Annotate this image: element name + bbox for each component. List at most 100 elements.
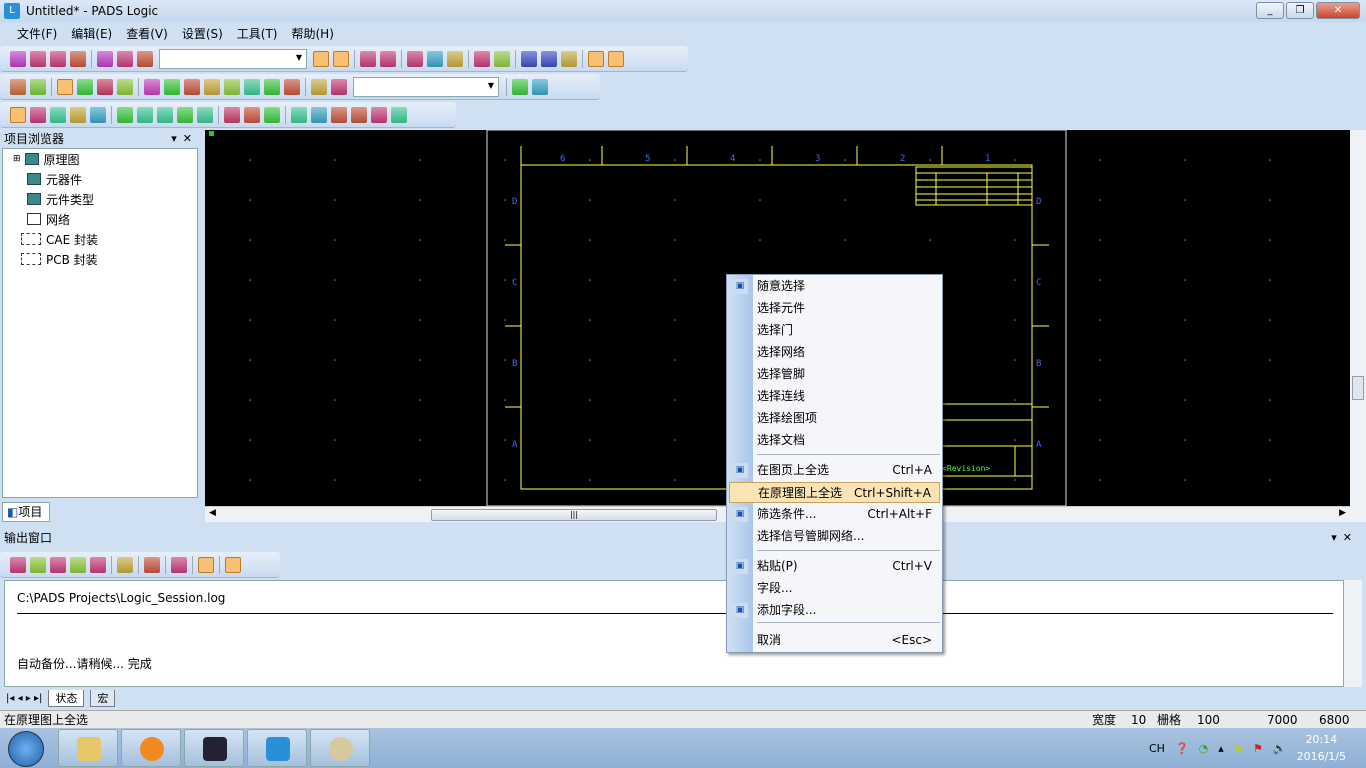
- show-hidden-icons[interactable]: ▴: [1218, 742, 1224, 755]
- clock[interactable]: 20:14 2016/1/5: [1297, 731, 1346, 765]
- add-part-icon[interactable]: [77, 78, 93, 95]
- add-bus-icon[interactable]: [224, 78, 240, 95]
- scroll-thumb[interactable]: |||: [431, 509, 717, 521]
- redraw-icon[interactable]: [447, 50, 463, 67]
- context-menu-item[interactable]: 选择元件: [729, 298, 940, 319]
- taskbar-paint[interactable]: [310, 729, 370, 767]
- context-menu-item[interactable]: 取消 <Esc>: [729, 630, 940, 651]
- save-icon[interactable]: [50, 50, 66, 67]
- menu-view[interactable]: 查看(V): [119, 25, 175, 42]
- tree-item-parts[interactable]: 元器件: [3, 169, 197, 189]
- stop-icon[interactable]: [50, 556, 66, 573]
- delete-icon[interactable]: [117, 556, 133, 573]
- back-icon[interactable]: [474, 50, 490, 67]
- language-indicator[interactable]: CH: [1149, 742, 1165, 755]
- pads-router-icon[interactable]: [541, 50, 557, 67]
- copy-gate-icon[interactable]: [50, 106, 66, 123]
- forward-icon[interactable]: [494, 50, 510, 67]
- pads-layout-icon[interactable]: [521, 50, 537, 67]
- off-page-icon[interactable]: [164, 78, 180, 95]
- copy-icon[interactable]: [117, 50, 133, 67]
- taskbar-file-explorer[interactable]: [58, 729, 118, 767]
- start-button[interactable]: [8, 731, 44, 767]
- context-menu-item[interactable]: 选择信号管脚网络...: [729, 526, 940, 547]
- report-icon[interactable]: [561, 50, 577, 67]
- add-node-icon[interactable]: [264, 106, 280, 123]
- select-part-icon[interactable]: [333, 50, 349, 67]
- menu-edit[interactable]: 编辑(E): [64, 25, 119, 42]
- swap-pin-icon[interactable]: [177, 106, 193, 123]
- junction-icon[interactable]: [264, 78, 280, 95]
- context-menu-item[interactable]: ▣ 筛选条件... Ctrl+Alt+F: [729, 504, 940, 525]
- ground-icon[interactable]: [204, 78, 220, 95]
- context-menu-item[interactable]: 选择连线: [729, 386, 940, 407]
- forward-icon[interactable]: [30, 556, 46, 573]
- hierarchy-icon[interactable]: [157, 106, 173, 123]
- help-icon[interactable]: ❓: [1175, 742, 1189, 755]
- properties-icon[interactable]: [427, 50, 443, 67]
- book-icon[interactable]: [371, 106, 387, 123]
- toolbar-combo-box[interactable]: [159, 48, 307, 69]
- bus-break-icon[interactable]: [244, 78, 260, 95]
- table-icon[interactable]: [351, 106, 367, 123]
- swap-part-icon[interactable]: [137, 106, 153, 123]
- context-menu-item[interactable]: ▣ 随意选择: [729, 276, 940, 297]
- add-part-icon[interactable]: [117, 106, 133, 123]
- panel-controls[interactable]: ▾✕: [1331, 530, 1358, 546]
- context-menu-item[interactable]: 选择网络: [729, 342, 940, 363]
- up-arrow-icon[interactable]: [512, 78, 528, 95]
- print-icon[interactable]: [144, 556, 160, 573]
- print-icon[interactable]: [70, 50, 86, 67]
- context-menu-item[interactable]: ▣ 在图页上全选 Ctrl+A: [729, 460, 940, 481]
- tree-item-schematics[interactable]: ⊞ 原理图: [3, 149, 197, 169]
- down-arrow-icon[interactable]: [532, 78, 548, 95]
- move-icon[interactable]: [30, 106, 46, 123]
- context-menu-item[interactable]: 在原理图上全选 Ctrl+Shift+A: [729, 482, 940, 503]
- tree-item-part-types[interactable]: 元件类型: [3, 189, 197, 209]
- cut-icon[interactable]: [97, 50, 113, 67]
- text-icon[interactable]: [331, 78, 347, 95]
- back-icon[interactable]: [10, 556, 26, 573]
- swap-gate-icon[interactable]: [197, 106, 213, 123]
- open-icon[interactable]: [30, 50, 46, 67]
- power-icon[interactable]: [184, 78, 200, 95]
- redo-icon[interactable]: [380, 50, 396, 67]
- zoom-icon[interactable]: [407, 50, 423, 67]
- taskbar-video-app[interactable]: [184, 729, 244, 767]
- select-components-icon[interactable]: [30, 78, 46, 95]
- field-icon[interactable]: [331, 106, 347, 123]
- tree-item-nets[interactable]: 网络: [3, 209, 197, 229]
- label-icon[interactable]: [284, 78, 300, 95]
- close-button[interactable]: ✕: [1316, 2, 1360, 19]
- context-menu-item[interactable]: ▣ 添加字段...: [729, 600, 940, 621]
- schematic-toolbar-icon[interactable]: [57, 78, 73, 95]
- project-tab[interactable]: ◧项目: [2, 502, 50, 522]
- security-icon[interactable]: ⊕: [1234, 742, 1243, 755]
- context-menu-item[interactable]: 选择管脚: [729, 364, 940, 385]
- text-tool-icon[interactable]: [291, 106, 307, 123]
- new-icon[interactable]: [10, 50, 26, 67]
- add-connection-icon[interactable]: [224, 106, 240, 123]
- find-icon[interactable]: [171, 556, 187, 573]
- menu-help[interactable]: 帮助(H): [285, 25, 341, 42]
- menu-file[interactable]: 文件(F): [10, 25, 64, 42]
- context-menu-item[interactable]: ▣ 粘贴(P) Ctrl+V: [729, 556, 940, 577]
- network-icon[interactable]: ◔: [1199, 742, 1209, 755]
- context-menu-item[interactable]: 选择门: [729, 320, 940, 341]
- add-field-icon[interactable]: [391, 106, 407, 123]
- output-scrollbar[interactable]: [1344, 580, 1362, 687]
- properties-icon[interactable]: [90, 106, 106, 123]
- vertical-scrollbar[interactable]: [1350, 130, 1366, 522]
- panel-controls[interactable]: ▾✕: [171, 132, 198, 145]
- tab-nav-arrows[interactable]: |◂ ◂ ▸ ▸|: [6, 693, 42, 704]
- restore-button[interactable]: ❐: [1286, 2, 1314, 19]
- grid-icon[interactable]: [225, 556, 241, 573]
- split-icon[interactable]: [244, 106, 260, 123]
- paste-icon[interactable]: [137, 50, 153, 67]
- design-icon[interactable]: [311, 78, 327, 95]
- ref-des-icon[interactable]: [117, 78, 133, 95]
- taskbar-uc-browser[interactable]: [121, 729, 181, 767]
- flag-icon[interactable]: ⚑: [1253, 742, 1263, 755]
- tab-macro[interactable]: 宏: [90, 689, 116, 707]
- tree-item-pcb-decals[interactable]: PCB 封装: [3, 249, 197, 269]
